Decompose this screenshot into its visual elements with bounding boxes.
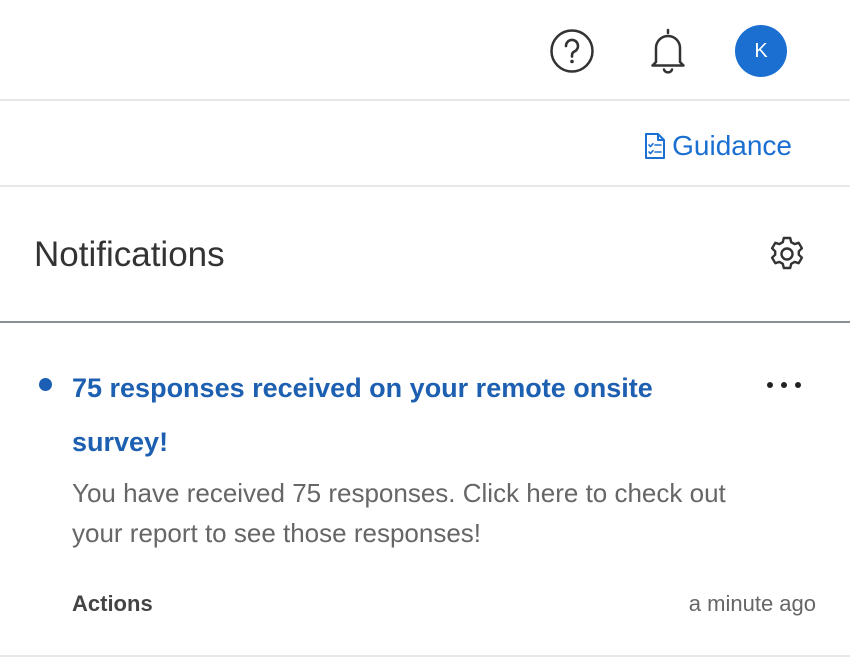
avatar[interactable]: K [735, 25, 787, 77]
more-horizontal-icon[interactable] [762, 373, 806, 397]
guidance-link[interactable]: Guidance [644, 129, 792, 163]
bell-icon[interactable] [645, 26, 691, 76]
notification-body[interactable]: You have received 75 responses. Click he… [72, 473, 752, 553]
notification-item[interactable]: 75 responses received on your remote ons… [0, 323, 850, 657]
gear-icon[interactable] [768, 235, 806, 273]
notification-title[interactable]: 75 responses received on your remote ons… [72, 361, 732, 469]
unread-indicator [39, 378, 52, 391]
top-bar: K [0, 0, 850, 101]
notifications-title: Notifications [34, 235, 225, 274]
guidance-bar: Guidance [0, 101, 850, 187]
actions-button[interactable]: Actions [72, 591, 153, 617]
guidance-label: Guidance [672, 130, 792, 161]
document-checklist-icon [645, 133, 666, 159]
notification-timestamp: a minute ago [688, 591, 816, 616]
question-circle-icon[interactable] [549, 28, 595, 74]
notifications-header: Notifications [0, 187, 850, 323]
